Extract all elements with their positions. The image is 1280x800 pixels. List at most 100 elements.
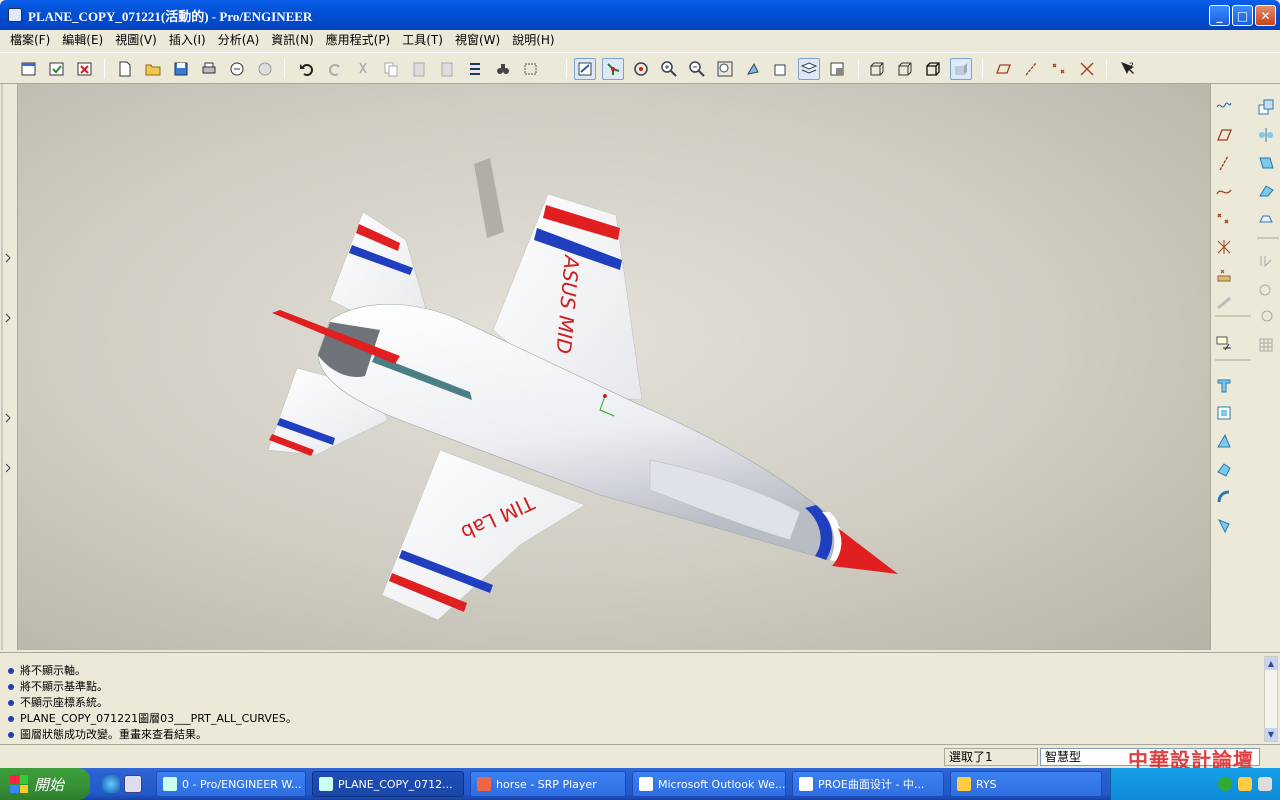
- navigator-toggle-icon: [1, 84, 11, 650]
- menu-insert[interactable]: 插入(I): [163, 30, 212, 50]
- message-text: 將不顯示基準點。: [20, 680, 108, 693]
- proe-app-icon[interactable]: [8, 8, 22, 22]
- menu-edit[interactable]: 編輯(E): [56, 30, 109, 50]
- message-line: 將不顯示軸。: [0, 663, 1280, 679]
- task-label: PROE曲面设计 - 中...: [818, 778, 925, 791]
- folder-icon: [957, 777, 971, 791]
- reorient-icon[interactable]: [742, 58, 764, 80]
- spin-center-icon[interactable]: [602, 58, 624, 80]
- menu-view[interactable]: 視圖(V): [109, 30, 163, 50]
- right-feature-toolbar: [1210, 84, 1280, 650]
- menu-analysis[interactable]: 分析(A): [212, 30, 266, 50]
- zoom-in-icon[interactable]: [658, 58, 680, 80]
- scroll-down-icon[interactable]: ▼: [1265, 728, 1277, 741]
- title-bar[interactable]: PLANE_COPY_071221(活動的) - Pro/ENGINEER _ …: [0, 0, 1280, 30]
- message-text: 圖層狀態成功改變。重畫來查看結果。: [20, 728, 207, 741]
- send-link-icon[interactable]: [254, 58, 276, 80]
- ime-tray-icon[interactable]: [1258, 777, 1272, 791]
- zoom-out-icon[interactable]: [686, 58, 708, 80]
- main-toolbar: ?: [0, 52, 1280, 84]
- outlook-icon: [639, 777, 653, 791]
- menu-info[interactable]: 資訊(N): [265, 30, 319, 50]
- find-icon[interactable]: [492, 58, 514, 80]
- taskbar-item[interactable]: PROE曲面设计 - 中...: [792, 771, 944, 797]
- start-button[interactable]: 開始: [0, 768, 90, 800]
- menu-help[interactable]: 說明(H): [506, 30, 560, 50]
- start-label: 開始: [34, 775, 65, 794]
- shading-icon[interactable]: [950, 58, 972, 80]
- saved-views-icon[interactable]: [770, 58, 792, 80]
- cut-icon[interactable]: [352, 58, 374, 80]
- proe-task-icon: [319, 777, 333, 791]
- browser-icon: [799, 777, 813, 791]
- minimize-button[interactable]: _: [1209, 5, 1230, 26]
- task-label: RYS: [976, 777, 997, 791]
- open-folder-icon[interactable]: [142, 58, 164, 80]
- ie-quicklaunch-icon[interactable]: [102, 775, 120, 793]
- minimize-icon: _: [1216, 8, 1223, 23]
- srp-player-icon: [477, 777, 491, 791]
- save-icon[interactable]: [170, 58, 192, 80]
- message-line: PLANE_COPY_071221圖層03___PRT_ALL_CURVES。: [0, 711, 1280, 727]
- menu-tools[interactable]: 工具(T): [396, 30, 449, 50]
- scroll-up-icon[interactable]: ▲: [1265, 657, 1277, 670]
- layers-icon[interactable]: [798, 58, 820, 80]
- paste-icon[interactable]: [408, 58, 430, 80]
- datum-points-icon[interactable]: [1048, 58, 1070, 80]
- paste-special-icon[interactable]: [436, 58, 458, 80]
- no-hidden-icon[interactable]: [922, 58, 944, 80]
- view-manager-icon[interactable]: [826, 58, 848, 80]
- redraw-icon[interactable]: [574, 58, 596, 80]
- copy-icon[interactable]: [380, 58, 402, 80]
- window-close-icon[interactable]: [74, 58, 96, 80]
- maximize-button[interactable]: □: [1232, 5, 1253, 26]
- status-bar: 選取了1 智慧型: [0, 744, 1280, 768]
- new-file-icon[interactable]: [114, 58, 136, 80]
- wireframe-icon[interactable]: [866, 58, 888, 80]
- selection-box-icon[interactable]: [520, 58, 542, 80]
- taskbar-item[interactable]: Microsoft Outlook We...: [632, 771, 786, 797]
- window-activate-icon[interactable]: [18, 58, 40, 80]
- datum-axes-icon[interactable]: [1020, 58, 1042, 80]
- message-bullet-icon: [8, 684, 14, 690]
- menu-applications[interactable]: 應用程式(P): [320, 30, 397, 50]
- toolbar-separator-lines: [1215, 237, 1279, 361]
- menu-file[interactable]: 檔案(F): [4, 30, 56, 50]
- hidden-line-icon[interactable]: [894, 58, 916, 80]
- stray-part: [474, 158, 504, 238]
- taskbar-item[interactable]: RYS: [950, 771, 1102, 797]
- orient-mode-icon[interactable]: [630, 58, 652, 80]
- menu-window[interactable]: 視窗(W): [449, 30, 506, 50]
- coordinate-systems-icon[interactable]: [1076, 58, 1098, 80]
- taskbar-item[interactable]: 0 - Pro/ENGINEER W...: [156, 771, 306, 797]
- print-icon[interactable]: [198, 58, 220, 80]
- volume-tray-icon[interactable]: [1238, 777, 1252, 791]
- left-navigator-strip[interactable]: [0, 84, 18, 650]
- undo-icon[interactable]: [296, 58, 318, 80]
- network-tray-icon[interactable]: [1218, 777, 1232, 791]
- refit-icon[interactable]: [714, 58, 736, 80]
- desktop-quicklaunch-icon[interactable]: [124, 775, 142, 793]
- taskbar-item-active[interactable]: PLANE_COPY_0712...: [312, 771, 464, 797]
- message-bullet-icon: [8, 732, 14, 738]
- close-icon: ✕: [1260, 8, 1271, 23]
- system-tray: [1110, 768, 1280, 800]
- menu-bar: 檔案(F) 編輯(E) 視圖(V) 插入(I) 分析(A) 資訊(N) 應用程式…: [0, 30, 1280, 50]
- task-label: Microsoft Outlook We...: [658, 777, 786, 791]
- window-check-icon[interactable]: [46, 58, 68, 80]
- graphics-viewport[interactable]: ASUS MID TIM Lab: [18, 84, 1210, 650]
- task-label: PLANE_COPY_0712...: [338, 777, 453, 791]
- message-scrollbar[interactable]: ▲ ▼: [1264, 656, 1278, 742]
- window-title: PLANE_COPY_071221(活動的) - Pro/ENGINEER: [28, 8, 313, 24]
- regenerate-icon[interactable]: [464, 58, 486, 80]
- proe-task-icon: [163, 777, 177, 791]
- scroll-track[interactable]: [1265, 670, 1277, 728]
- close-button[interactable]: ✕: [1255, 5, 1276, 26]
- datum-planes-icon[interactable]: [992, 58, 1014, 80]
- context-help-icon[interactable]: ?: [1116, 58, 1138, 80]
- send-mail-icon[interactable]: [226, 58, 248, 80]
- redo-icon[interactable]: [324, 58, 346, 80]
- message-text: 不顯示座標系統。: [20, 696, 108, 709]
- taskbar-item[interactable]: horse - SRP Player: [470, 771, 626, 797]
- selection-count: 選取了1: [944, 748, 1038, 766]
